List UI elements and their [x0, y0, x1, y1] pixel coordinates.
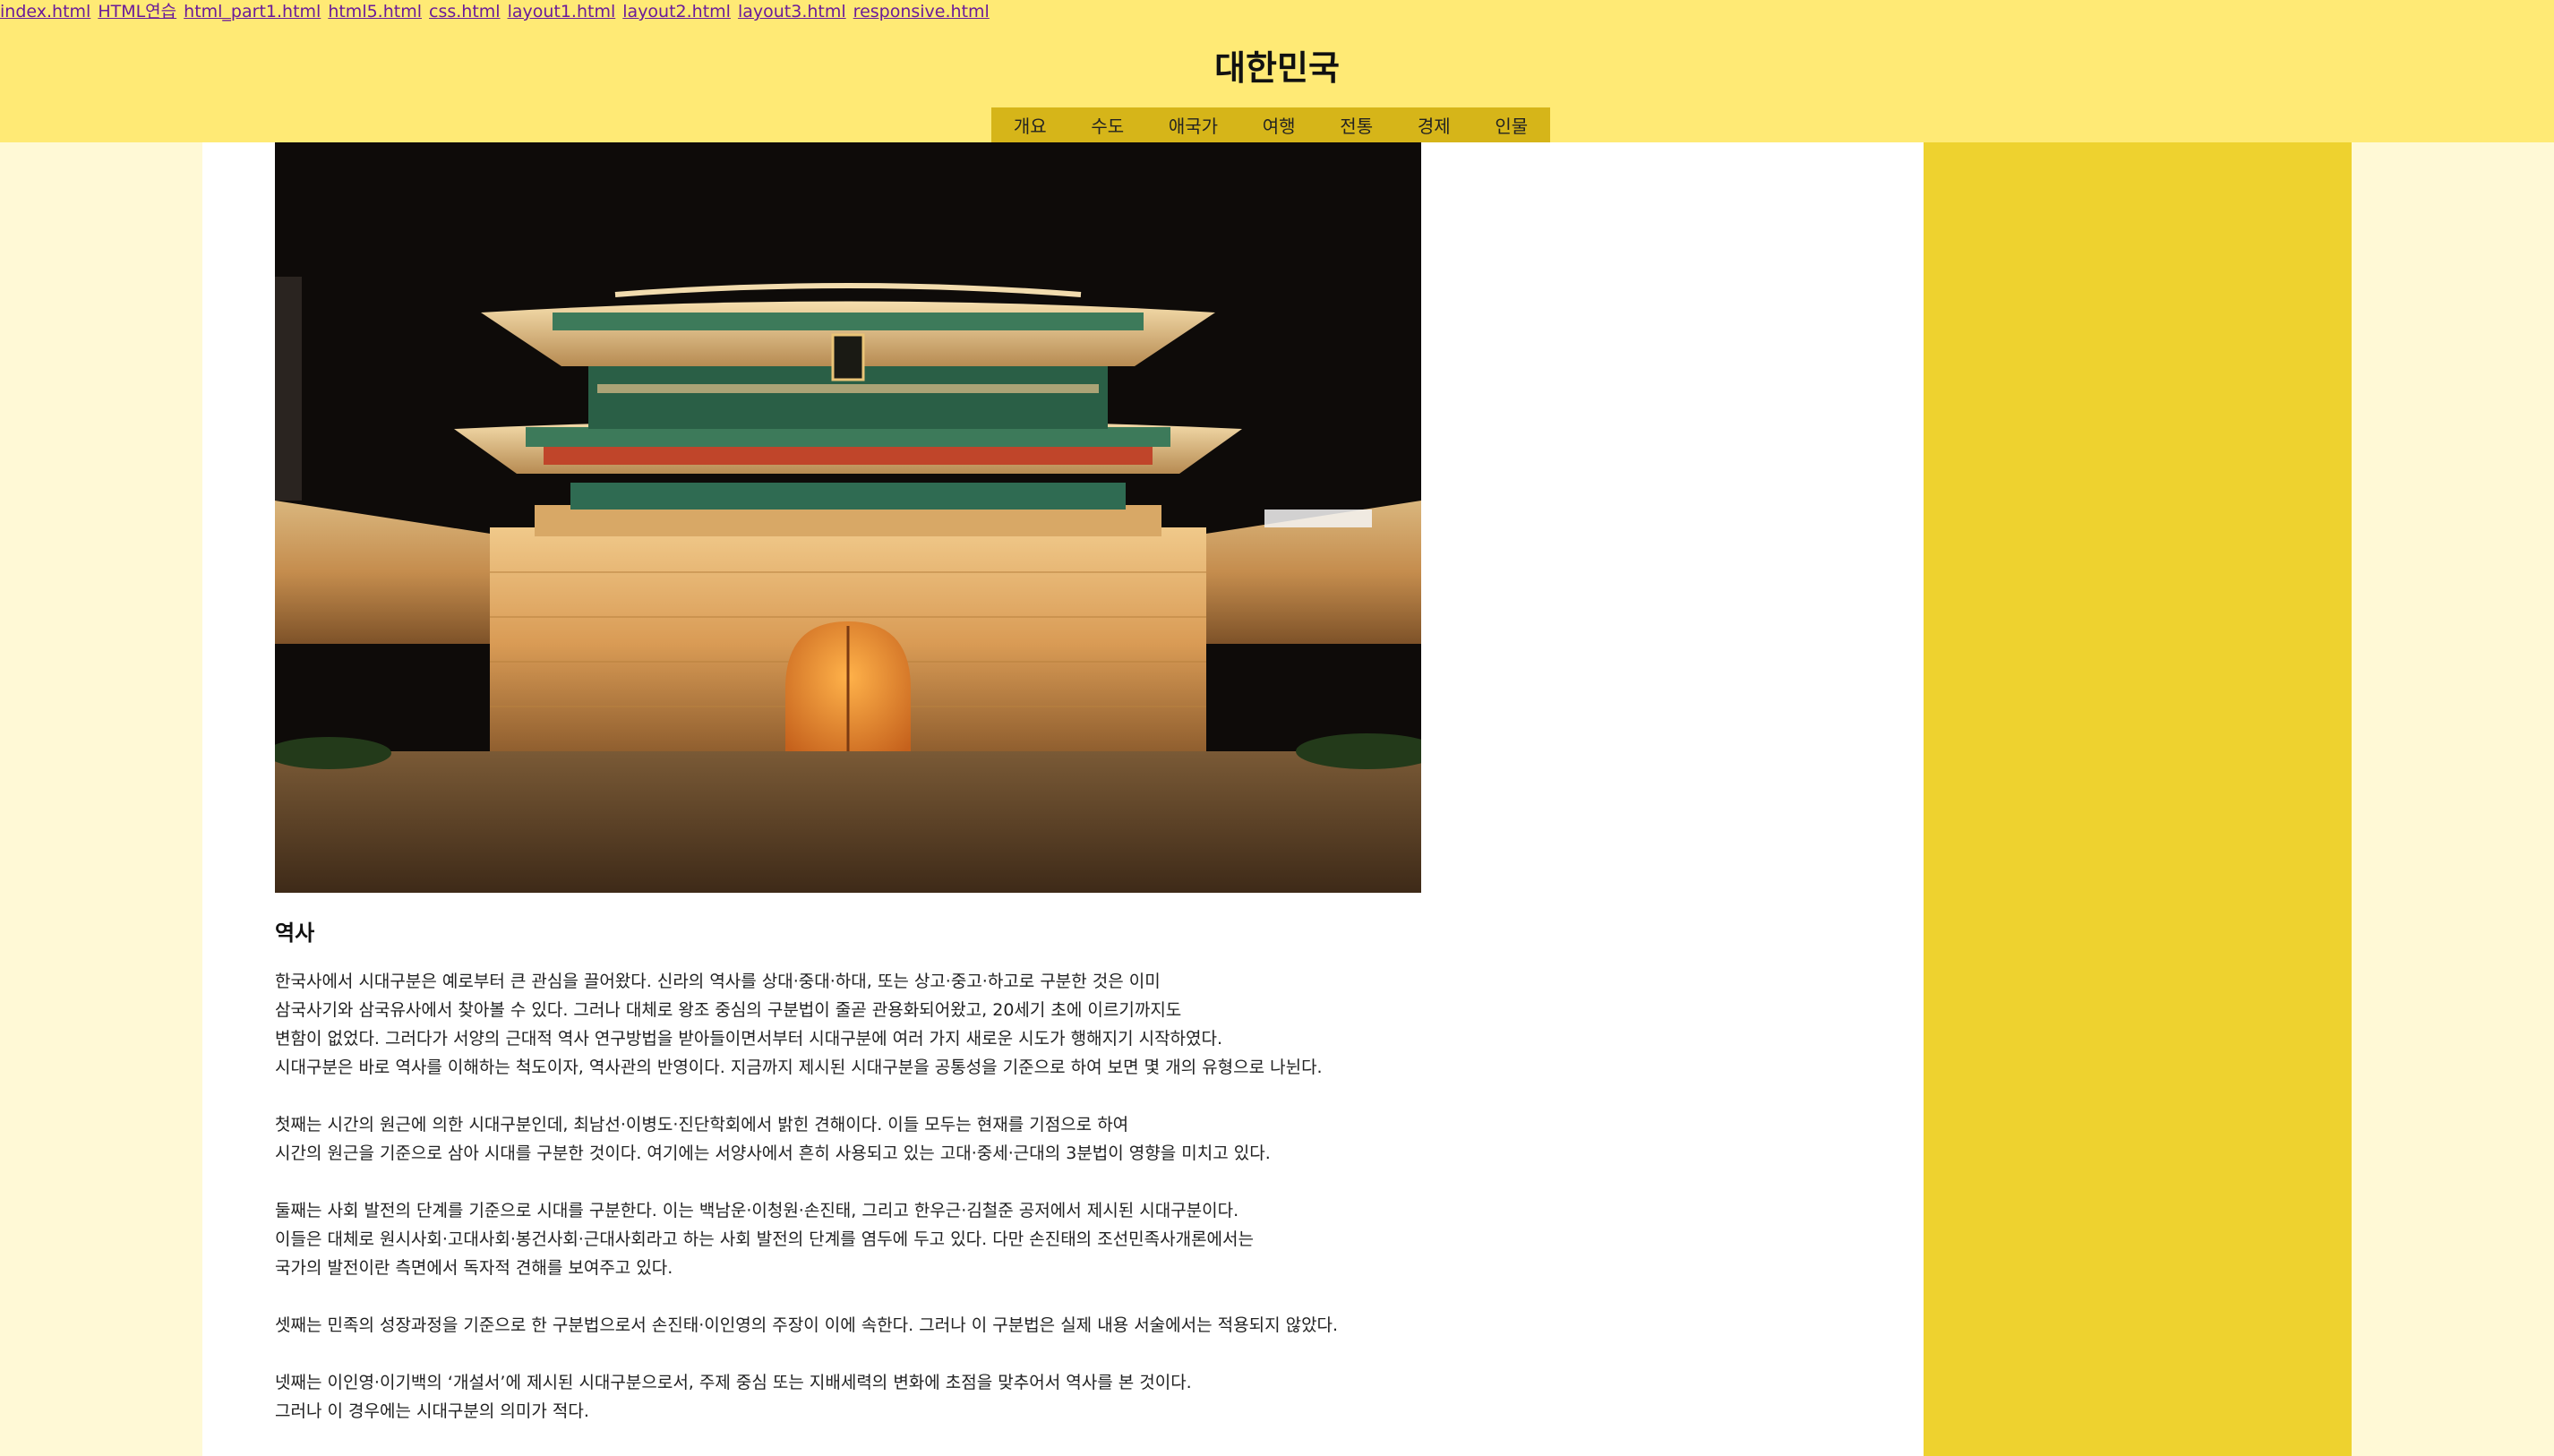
nav-item-people[interactable]: 인물 — [1489, 112, 1533, 138]
namdaemun-gate-illustration — [275, 142, 1421, 893]
main-nav: 개요 수도 애국가 여행 전통 경제 인물 — [991, 107, 1550, 142]
paragraph: 첫째는 시간의 원근에 의한 시대구분인데, 최남선·이병도·진단학회에서 밝힌… — [275, 1110, 1887, 1168]
text-line: 한국사에서 시대구분은 예로부터 큰 관심을 끌어왔다. 신라의 역사를 상대·… — [275, 972, 1161, 991]
link-layout2[interactable]: layout2.html — [622, 0, 731, 23]
paragraph: 넷째는 이인영·이기백의 ‘개설서’에 제시된 시대구분으로서, 주제 중심 또… — [275, 1368, 1887, 1426]
right-margin — [2352, 142, 2554, 1456]
paragraph: 둘째는 사회 발전의 단계를 기준으로 시대를 구분한다. 이는 백남운·이청원… — [275, 1196, 1887, 1282]
top-links: index.html HTML연습 html_part1.html html5.… — [0, 0, 997, 23]
text-line: 시간의 원근을 기준으로 삼아 시대를 구분한 것이다. 여기에는 서양사에서 … — [275, 1143, 1271, 1163]
link-html-part1[interactable]: html_part1.html — [184, 0, 321, 23]
text-line: 그러나 이 경우에는 시대구분의 의미가 적다. — [275, 1401, 589, 1421]
page-title: 대한민국 — [1214, 48, 1340, 88]
text-line: 삼국사기와 삼국유사에서 찾아볼 수 있다. 그러나 대체로 왕조 중심의 구분… — [275, 1000, 1182, 1020]
nav-item-travel[interactable]: 여행 — [1257, 112, 1301, 138]
nav-item-anthem[interactable]: 애국가 — [1163, 112, 1223, 138]
nav-item-capital[interactable]: 수도 — [1085, 112, 1129, 138]
text-line: 첫째는 시간의 원근에 의한 시대구분인데, 최남선·이병도·진단학회에서 밝힌… — [275, 1115, 1129, 1135]
hero-image — [275, 142, 1421, 893]
text-line: 둘째는 사회 발전의 단계를 기준으로 시대를 구분한다. 이는 백남운·이청원… — [275, 1201, 1239, 1220]
sidebar — [1924, 142, 2352, 1456]
paragraph: 한국사에서 시대구분은 예로부터 큰 관심을 끌어왔다. 신라의 역사를 상대·… — [275, 967, 1887, 1082]
link-layout1[interactable]: layout1.html — [508, 0, 616, 23]
nav-item-overview[interactable]: 개요 — [1008, 112, 1052, 138]
text-line: 넷째는 이인영·이기백의 ‘개설서’에 제시된 시대구분으로서, 주제 중심 또… — [275, 1373, 1192, 1392]
text-line: 셋째는 민족의 성장과정을 기준으로 한 구분법으로서 손진태·이인영의 주장이… — [275, 1315, 1339, 1335]
nav-item-tradition[interactable]: 전통 — [1334, 112, 1378, 138]
left-margin — [0, 142, 202, 1456]
link-index[interactable]: index.html — [0, 0, 90, 23]
section-title-history: 역사 — [275, 921, 315, 946]
link-layout3[interactable]: layout3.html — [738, 0, 846, 23]
link-html5[interactable]: html5.html — [328, 0, 422, 23]
site-header: index.html HTML연습 html_part1.html html5.… — [0, 0, 2554, 142]
text-line: 이들은 대체로 원시사회·고대사회·봉건사회·근대사회라고 하는 사회 발전의 … — [275, 1229, 1254, 1249]
link-css[interactable]: css.html — [429, 0, 501, 23]
link-html-practice[interactable]: HTML연습 — [98, 0, 176, 23]
link-responsive[interactable]: responsive.html — [853, 0, 990, 23]
nav-item-economy[interactable]: 경제 — [1412, 112, 1456, 138]
paragraph: 셋째는 민족의 성장과정을 기준으로 한 구분법으로서 손진태·이인영의 주장이… — [275, 1311, 1887, 1340]
history-text: 한국사에서 시대구분은 예로부터 큰 관심을 끌어왔다. 신라의 역사를 상대·… — [275, 967, 1887, 1454]
text-line: 국가의 발전이란 측면에서 독자적 견해를 보여주고 있다. — [275, 1258, 673, 1278]
text-line: 시대구분은 바로 역사를 이해하는 척도이자, 역사관의 반영이다. 지금까지 … — [275, 1058, 1323, 1077]
text-line: 변함이 없었다. 그러다가 서양의 근대적 역사 연구방법을 받아들이면서부터 … — [275, 1029, 1223, 1049]
